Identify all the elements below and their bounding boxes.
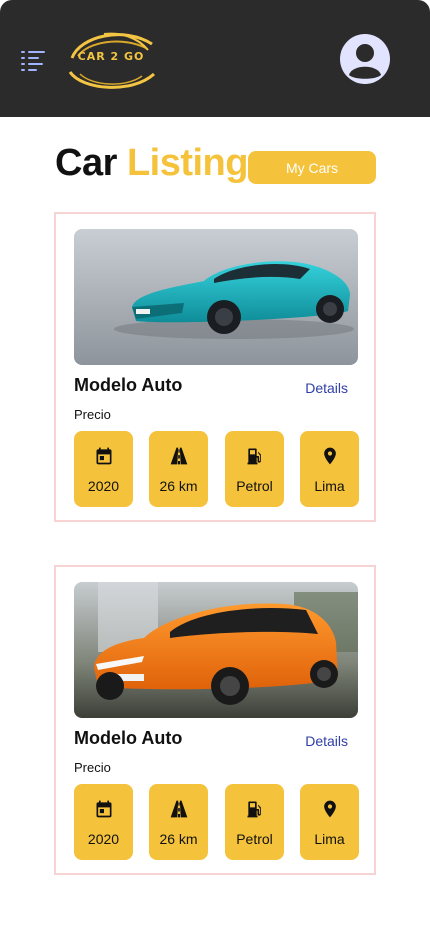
car-name: Modelo Auto xyxy=(74,728,183,748)
top-app-bar: CAR 2 GO xyxy=(0,0,430,117)
spec-fuel: Petrol xyxy=(225,431,284,507)
spec-location: Lima xyxy=(300,431,359,507)
brand-logo[interactable]: CAR 2 GO xyxy=(62,28,160,92)
spec-fuel: Petrol xyxy=(225,784,284,860)
details-link[interactable]: Details xyxy=(305,733,348,749)
spec-mileage: 26 km xyxy=(149,431,208,507)
page-title-word-2: Listing xyxy=(126,142,249,184)
car-price: Precio xyxy=(74,407,111,422)
car-card: Modelo Auto Details Precio 2020 26 km Pe… xyxy=(54,565,376,875)
road-icon xyxy=(170,800,187,818)
spec-location-label: Lima xyxy=(314,831,345,847)
calendar-icon xyxy=(96,447,111,465)
spec-mileage-label: 26 km xyxy=(159,831,198,847)
car-name: Modelo Auto xyxy=(74,375,183,395)
spec-year-label: 2020 xyxy=(87,478,120,494)
calendar-icon xyxy=(96,800,111,818)
spec-mileage-label: 26 km xyxy=(159,478,198,494)
my-cars-button[interactable]: My Cars xyxy=(248,151,376,184)
logo-text: CAR 2 GO xyxy=(77,50,145,63)
details-link[interactable]: Details xyxy=(305,380,348,396)
menu-icon[interactable] xyxy=(20,48,46,74)
page-title: Car Listing xyxy=(55,142,248,185)
spec-fuel-label: Petrol xyxy=(236,478,273,494)
road-icon xyxy=(170,447,187,465)
location-pin-icon xyxy=(323,447,336,465)
spec-year-label: 2020 xyxy=(87,831,120,847)
spec-mileage: 26 km xyxy=(149,784,208,860)
car-photo[interactable] xyxy=(74,582,358,718)
car-price: Precio xyxy=(74,760,111,775)
spec-fuel-label: Petrol xyxy=(236,831,273,847)
spec-location-label: Lima xyxy=(314,478,345,494)
page-title-word-1: Car xyxy=(55,142,117,184)
car-photo[interactable] xyxy=(74,229,358,365)
location-pin-icon xyxy=(323,800,336,818)
spec-year: 2020 xyxy=(74,431,133,507)
fuel-pump-icon xyxy=(247,448,261,465)
spec-year: 2020 xyxy=(74,784,133,860)
user-avatar-icon[interactable] xyxy=(340,34,390,84)
car-card: Modelo Auto Details Precio 2020 26 km Pe… xyxy=(54,212,376,522)
fuel-pump-icon xyxy=(247,801,261,818)
spec-location: Lima xyxy=(300,784,359,860)
